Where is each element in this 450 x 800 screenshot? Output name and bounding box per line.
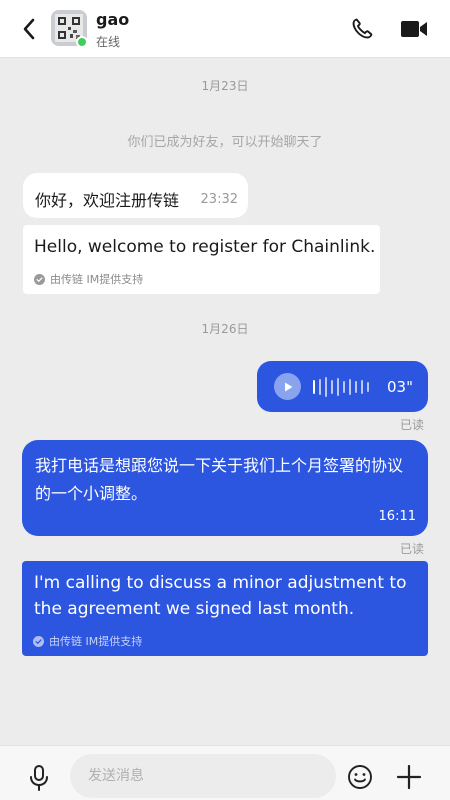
voice-call-button[interactable] [346,14,378,44]
video-call-button[interactable] [396,14,432,44]
voice-input-button[interactable] [25,763,53,793]
phone-icon [352,18,373,39]
voice-duration: 03" [387,378,413,396]
read-status: 已读 [399,542,424,556]
voice-message-bubble[interactable]: 03" [257,361,428,412]
chat-header: gao 在线 [0,0,450,58]
check-icon [34,273,45,285]
back-button[interactable] [14,14,44,44]
outgoing-message-bubble[interactable]: 我打电话是想跟您说一下关于我们上个月签署的协议的一个小调整。 16:11 [22,440,428,536]
translation-text: Hello, welcome to register for Chainlink… [34,237,376,257]
translation-card[interactable]: Hello, welcome to register for Chainlink… [23,225,380,294]
message-text: 你好，欢迎注册传链 [35,191,180,210]
date-separator: 1月26日 [201,322,249,336]
microphone-icon [30,765,48,791]
contact-status: 在线 [96,35,121,49]
online-indicator [76,36,88,48]
chat-screen: gao 在线 1月23日 你们已成为好友，可以开始聊天了 你好，欢迎注册传链 2… [0,0,450,800]
play-icon [284,382,292,391]
play-button[interactable] [274,373,301,400]
chevron-left-icon [23,18,35,40]
translation-badge: 由传链 IM提供支持 [34,271,143,287]
translation-badge: 由传链 IM提供支持 [33,633,142,649]
smiley-icon [348,765,372,789]
translation-text: I'm calling to discuss a minor adjustmen… [34,573,407,619]
message-text: 我打电话是想跟您说一下关于我们上个月签署的协议的一个小调整。 [35,456,404,503]
waveform-icon [313,376,369,398]
emoji-button[interactable] [346,763,374,791]
check-icon [33,635,44,647]
message-time: 23:32 [200,192,238,207]
contact-name: gao [96,10,130,29]
system-note: 你们已成为好友，可以开始聊天了 [127,135,323,150]
read-status: 已读 [399,418,424,432]
translation-badge-text: 由传链 IM提供支持 [50,273,144,286]
date-separator: 1月23日 [201,79,249,93]
translation-card[interactable]: I'm calling to discuss a minor adjustmen… [22,561,428,656]
message-time: 16:11 [378,509,416,524]
message-input[interactable] [70,754,336,798]
message-input-bar [0,745,450,800]
video-camera-icon [401,21,427,37]
incoming-message-bubble[interactable]: 你好，欢迎注册传链 23:32 [23,173,248,218]
more-actions-button[interactable] [394,762,424,792]
plus-icon [396,764,422,790]
translation-badge-text: 由传链 IM提供支持 [49,635,143,648]
